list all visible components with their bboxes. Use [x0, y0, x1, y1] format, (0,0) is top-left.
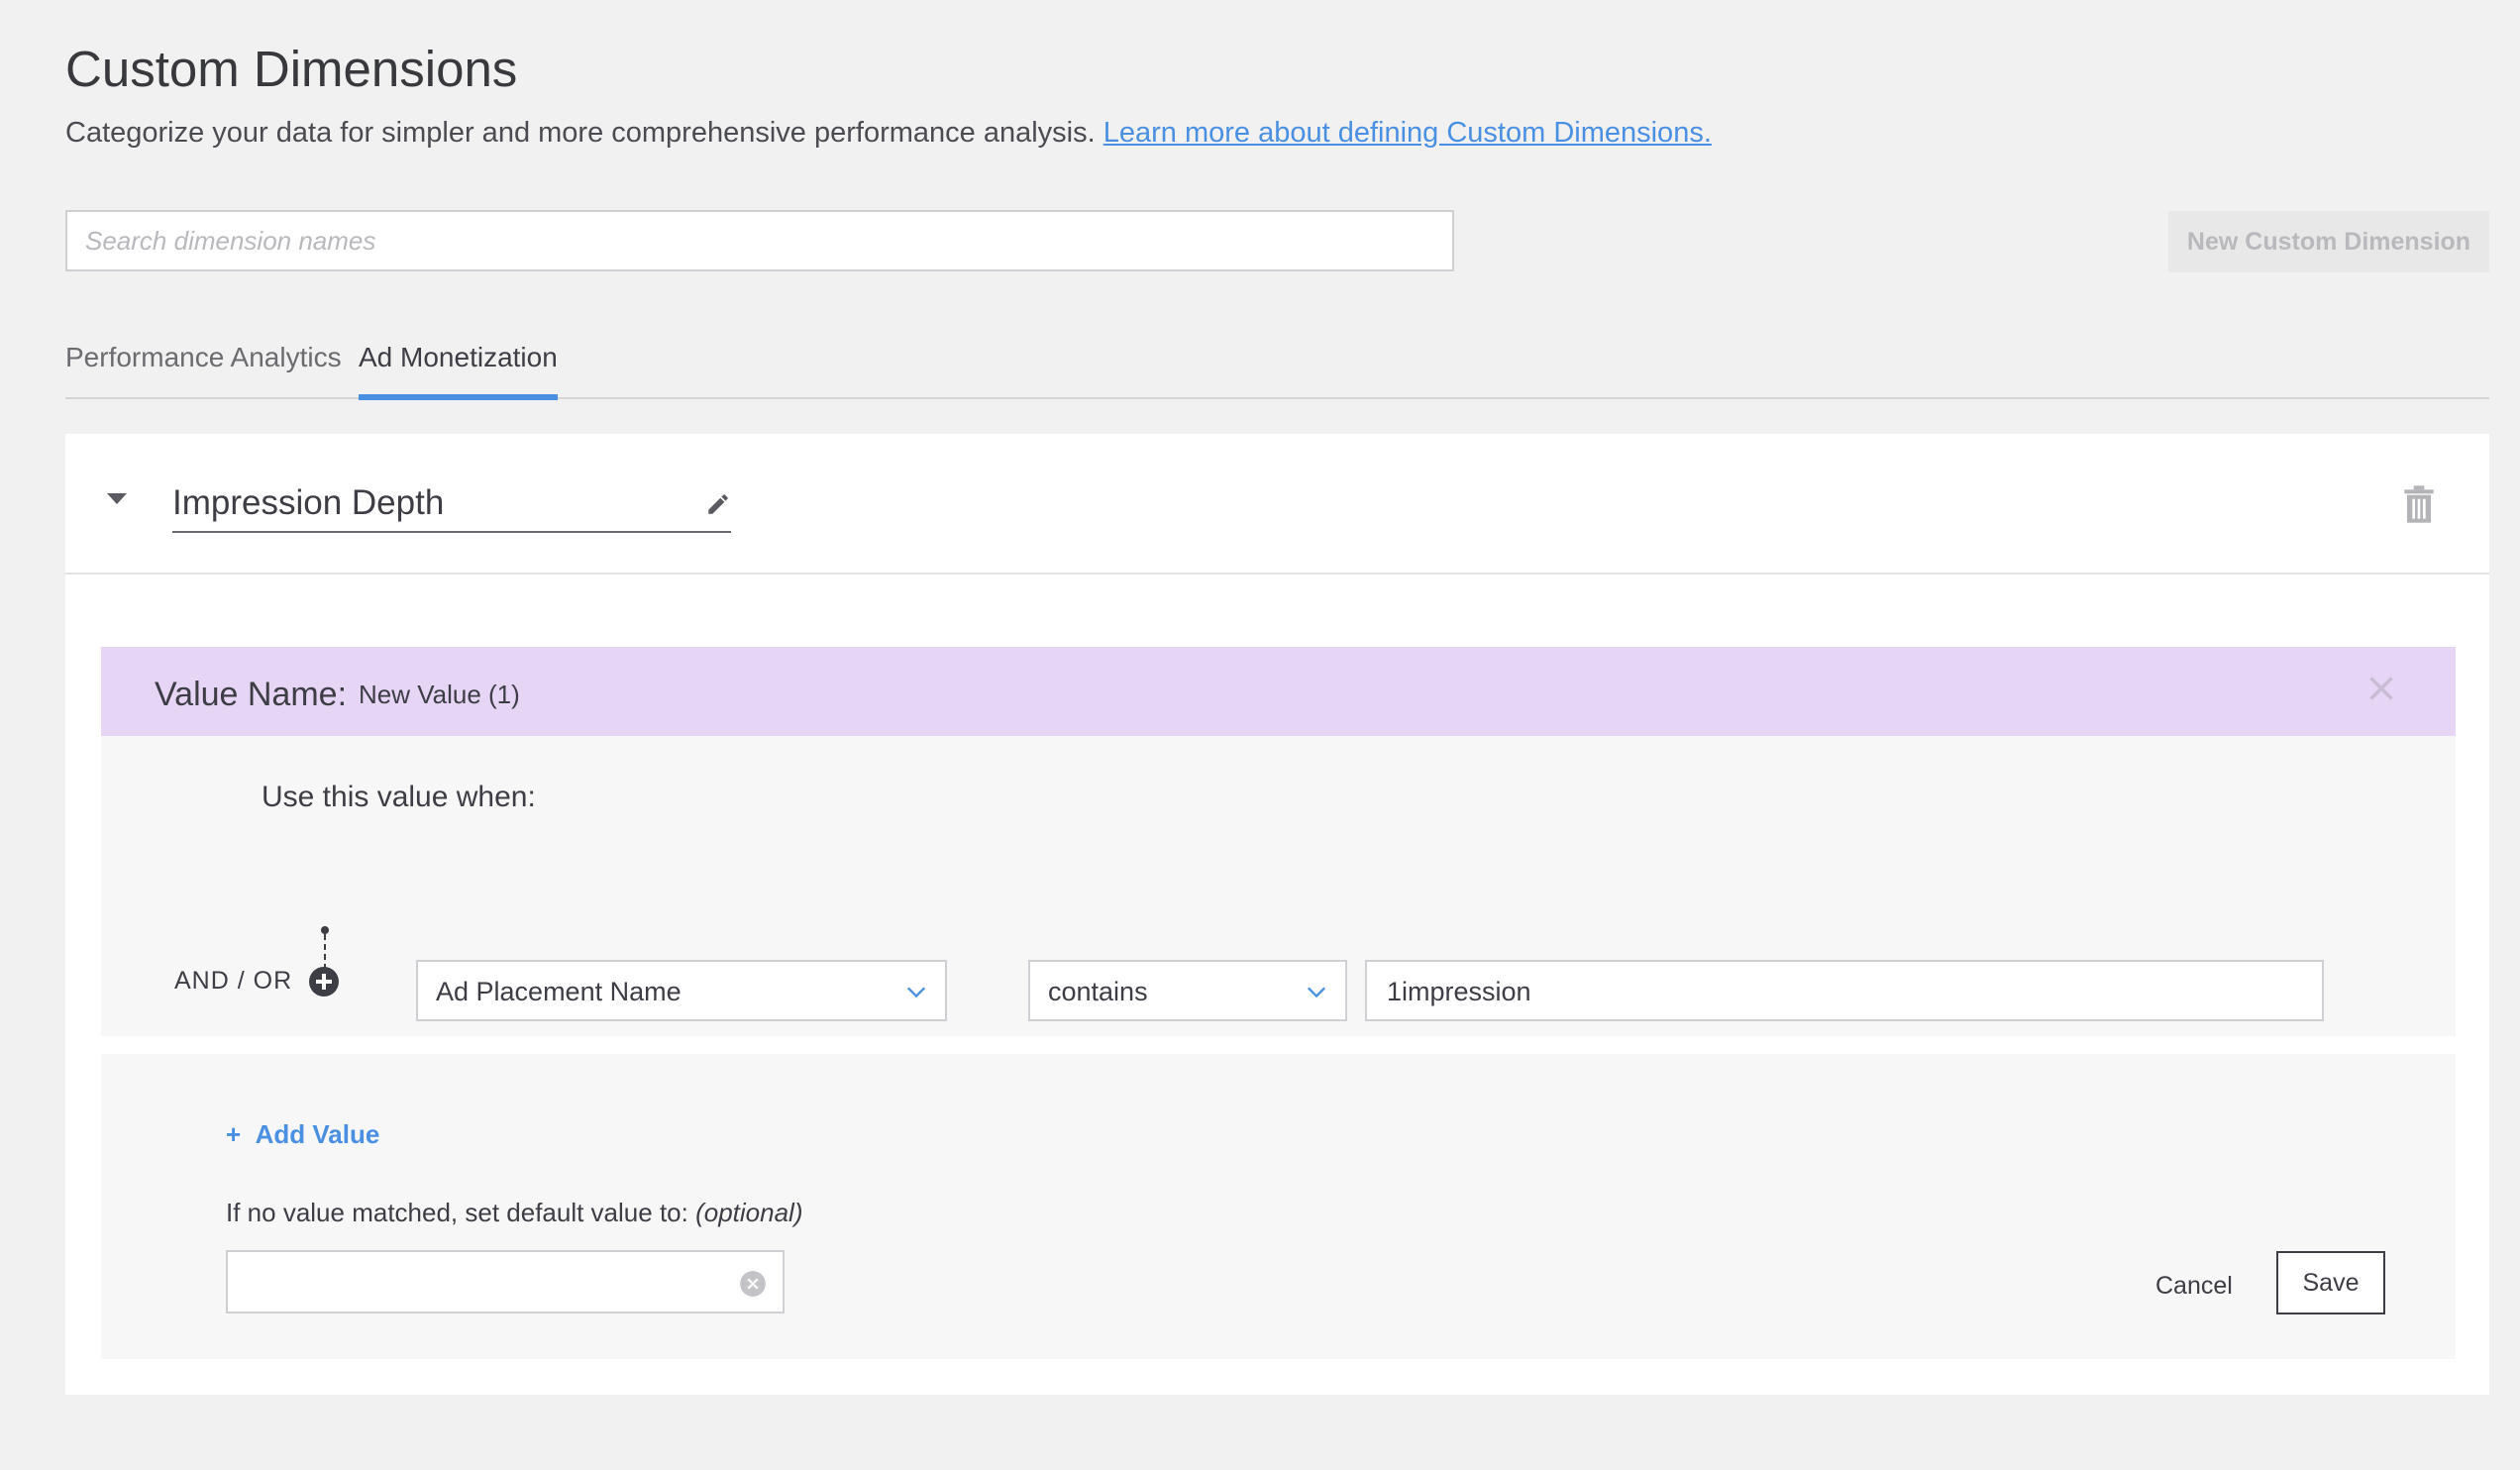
use-when-label: Use this value when:: [262, 781, 536, 813]
add-value-plus: +: [226, 1119, 242, 1149]
footer-block: + Add Value If no value matched, set def…: [101, 1054, 2456, 1359]
add-value-button[interactable]: + Add Value: [226, 1119, 379, 1150]
clear-icon[interactable]: [739, 1270, 767, 1298]
chevron-down-icon: [1307, 987, 1326, 998]
dimension-name: Impression Depth: [172, 483, 445, 522]
condition-field-select[interactable]: Ad Placement Name: [416, 960, 947, 1021]
caret-down-icon[interactable]: [107, 493, 127, 504]
tab-bar: Performance Analytics Ad Monetization: [65, 342, 2489, 400]
default-value-input[interactable]: [226, 1250, 785, 1313]
learn-more-link[interactable]: Learn more about defining Custom Dimensi…: [1103, 117, 1712, 149]
value-name[interactable]: New Value (1): [359, 680, 520, 710]
chevron-down-icon: [906, 987, 926, 998]
default-value-label: If no value matched, set default value t…: [226, 1198, 803, 1227]
condition-field-value: Ad Placement Name: [436, 977, 682, 1006]
cancel-button[interactable]: Cancel: [2155, 1272, 2233, 1301]
page-subtitle: Categorize your data for simpler and mor…: [65, 117, 1712, 150]
value-name-label: Value Name:: [155, 676, 348, 713]
dimension-card: Impression Depth Value Name: New Value (…: [65, 434, 2489, 1395]
condition-value-input[interactable]: 1impression: [1365, 960, 2324, 1021]
value-block: Value Name: New Value (1) Use this value…: [101, 647, 2456, 1036]
page-title: Custom Dimensions: [65, 41, 518, 97]
pencil-icon[interactable]: [705, 491, 731, 517]
save-button[interactable]: Save: [2276, 1251, 2385, 1314]
optional-label: (optional): [695, 1198, 803, 1227]
value-header: Value Name: New Value (1): [101, 647, 2456, 736]
close-icon[interactable]: [2363, 671, 2399, 706]
condition-value-text: 1impression: [1387, 977, 1531, 1006]
custom-dimensions-page: Custom Dimensions Categorize your data f…: [0, 0, 2520, 1470]
tab-performance-analytics[interactable]: Performance Analytics: [65, 342, 342, 397]
connector-dot: [321, 926, 329, 934]
condition-operator-select[interactable]: contains: [1028, 960, 1347, 1021]
trash-icon[interactable]: [2403, 485, 2435, 523]
condition-operator-value: contains: [1048, 977, 1148, 1006]
search-input[interactable]: [65, 210, 1454, 271]
new-custom-dimension-button[interactable]: New Custom Dimension: [2168, 211, 2489, 272]
subtitle-text: Categorize your data for simpler and mor…: [65, 117, 1096, 149]
and-or-label: AND / OR: [174, 967, 293, 995]
add-value-label: Add Value: [255, 1119, 380, 1149]
tab-ad-monetization[interactable]: Ad Monetization: [359, 342, 558, 400]
dimension-header: Impression Depth: [65, 434, 2489, 575]
add-condition-icon[interactable]: [309, 967, 339, 997]
dimension-name-field[interactable]: Impression Depth: [172, 479, 731, 533]
